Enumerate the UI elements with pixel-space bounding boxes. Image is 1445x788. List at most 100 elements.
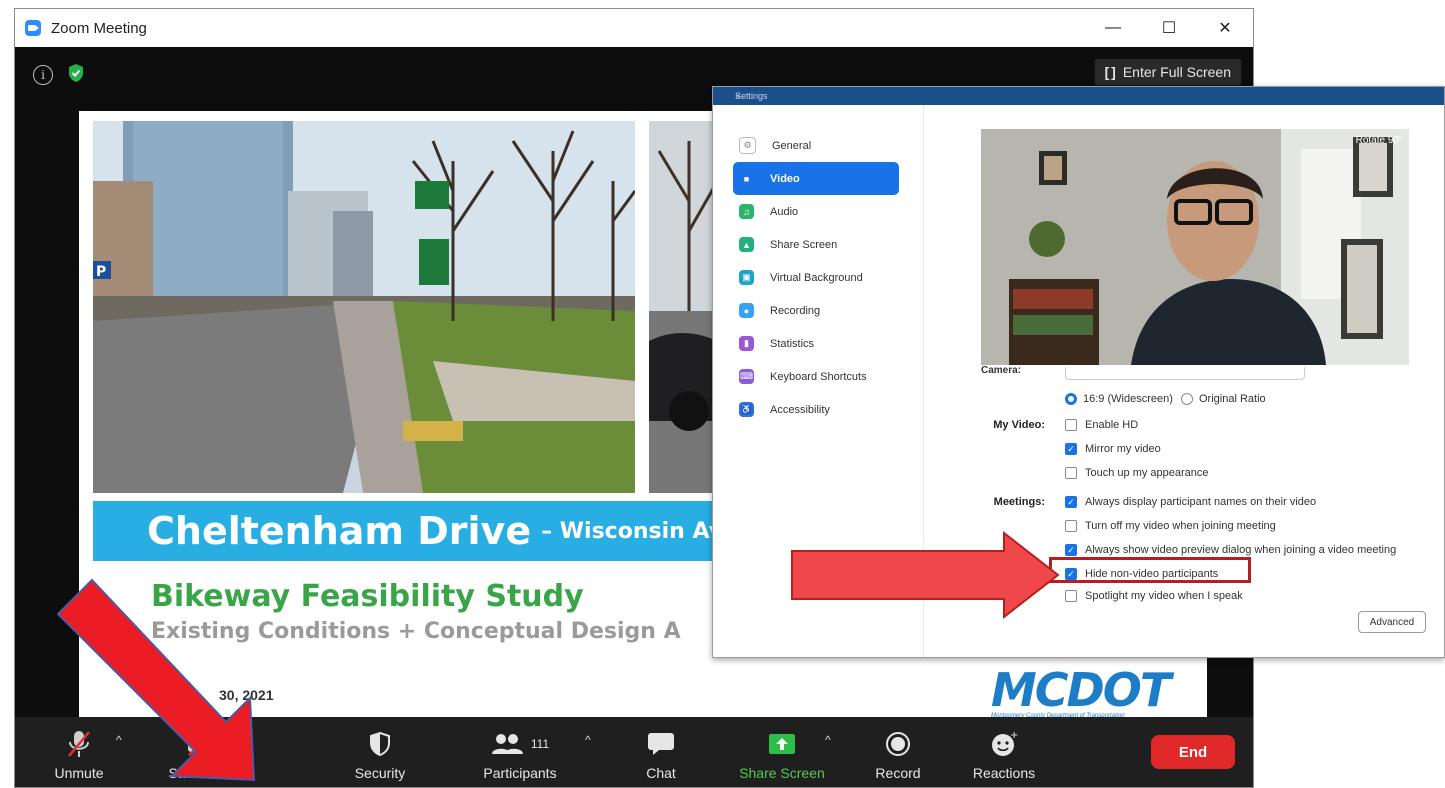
settings-nav-keyboard-shortcuts[interactable]: ⌨ Keyboard Shortcuts	[733, 360, 903, 393]
recording-icon: ●	[739, 303, 754, 318]
settings-nav-label: Keyboard Shortcuts	[770, 370, 867, 383]
statistics-icon: ▮	[739, 336, 754, 351]
camera-label: Camera:	[981, 365, 1022, 376]
checkbox-checked-icon: ✓	[1065, 496, 1077, 508]
reactions-label: Reactions	[972, 765, 1036, 781]
settings-nav-label: Video	[770, 172, 800, 185]
settings-nav-label: Accessibility	[770, 403, 830, 416]
reactions-button[interactable]: + Reactions	[967, 717, 1041, 787]
settings-nav-recording[interactable]: ● Recording	[733, 294, 903, 327]
rotate-90-button[interactable]: Rotate 90°	[1356, 135, 1403, 146]
security-label: Security	[354, 765, 406, 781]
settings-nav-general[interactable]: ⚙ General	[733, 129, 903, 162]
settings-nav-label: Recording	[770, 304, 821, 317]
window-controls: — ☐ ✕	[1085, 9, 1253, 47]
checkbox-checked-icon: ✓	[1065, 443, 1077, 455]
settings-nav-accessibility[interactable]: ♿ Accessibility	[733, 393, 903, 426]
ratio-widescreen-radio[interactable]: 16:9 (Widescreen)	[1065, 393, 1173, 405]
display-names-label: Always display participant names on thei…	[1085, 496, 1317, 508]
spotlight-checkbox[interactable]: Spotlight my video when I speak	[1065, 590, 1243, 602]
zoom-app-icon	[25, 20, 41, 36]
participants-options-caret-icon[interactable]: ^	[585, 733, 591, 747]
share-screen-button[interactable]: Share Screen	[731, 717, 833, 787]
end-meeting-button[interactable]: End	[1151, 735, 1235, 769]
slide-date: 30, 2021	[219, 687, 274, 703]
settings-nav: ⚙ General ■ Video ♫ Audio ▲ Share Screen ▣ Virtua…	[733, 129, 903, 426]
mirror-video-checkbox[interactable]: ✓ Mirror my video	[1065, 443, 1161, 455]
touch-up-checkbox[interactable]: Touch up my appearance	[1065, 467, 1209, 479]
share-options-caret-icon[interactable]: ^	[825, 733, 831, 747]
enter-full-screen-label: Enter Full Screen	[1122, 64, 1231, 80]
camera-preview: Rotate 90°	[981, 129, 1409, 365]
radio-selected-icon	[1065, 393, 1077, 405]
participants-button[interactable]: 111 Participants	[473, 717, 567, 787]
svg-text:+: +	[1010, 730, 1018, 741]
settings-divider	[923, 105, 924, 657]
checkbox-checked-icon: ✓	[1065, 544, 1077, 556]
close-button[interactable]: ✕	[1197, 9, 1253, 47]
video-off-icon	[186, 727, 220, 761]
reactions-smiley-icon: +	[990, 727, 1018, 761]
slide-title: Bikeway Feasibility Study	[151, 579, 584, 614]
start-video-button[interactable]: Start Video	[157, 717, 249, 787]
spotlight-label: Spotlight my video when I speak	[1085, 590, 1243, 602]
accessibility-icon: ♿	[739, 402, 754, 417]
virtual-background-icon: ▣	[739, 270, 754, 285]
camera-row: Camera:	[981, 365, 1409, 380]
touch-up-label: Touch up my appearance	[1085, 467, 1209, 479]
slide-photo-street: P	[93, 121, 635, 493]
window-titlebar: Zoom Meeting — ☐ ✕	[15, 9, 1253, 47]
settings-nav-share-screen[interactable]: ▲ Share Screen	[733, 228, 903, 261]
turn-off-video-label: Turn off my video when joining meeting	[1085, 520, 1276, 532]
maximize-button[interactable]: ☐	[1141, 9, 1197, 47]
settings-nav-virtual-background[interactable]: ▣ Virtual Background	[733, 261, 903, 294]
enter-full-screen-button[interactable]: [ ] Enter Full Screen	[1094, 59, 1241, 85]
security-button[interactable]: Security	[345, 717, 415, 787]
checkbox-unchecked-icon	[1065, 419, 1077, 431]
encryption-shield-icon[interactable]	[67, 63, 85, 83]
turn-off-video-checkbox[interactable]: Turn off my video when joining meeting	[1065, 520, 1276, 532]
settings-nav-label: General	[772, 139, 812, 152]
display-names-checkbox[interactable]: ✓ Always display participant names on th…	[1065, 496, 1316, 508]
record-icon	[885, 727, 911, 761]
settings-window: Settings × ⚙ General ■ Video ♫ Audio ▲ Share Sc…	[712, 86, 1445, 658]
audio-options-caret-icon[interactable]: ^	[116, 733, 122, 747]
highlight-box	[1049, 557, 1251, 583]
settings-nav-audio[interactable]: ♫ Audio	[733, 195, 903, 228]
settings-close-icon[interactable]: ×	[735, 91, 1440, 101]
enable-hd-checkbox[interactable]: Enable HD	[1065, 419, 1138, 431]
enable-hd-label: Enable HD	[1085, 419, 1139, 431]
window-title: Zoom Meeting	[51, 19, 147, 37]
record-label: Record	[875, 765, 921, 781]
record-button[interactable]: Record	[871, 717, 925, 787]
participants-label: Participants	[483, 765, 557, 781]
chat-button[interactable]: Chat	[639, 717, 683, 787]
settings-nav-video[interactable]: ■ Video	[733, 162, 899, 195]
settings-nav-label: Statistics	[770, 337, 815, 350]
audio-icon: ♫	[739, 204, 754, 219]
preview-dialog-label: Always show video preview dialog when jo…	[1085, 544, 1397, 556]
unmute-button[interactable]: Unmute	[47, 717, 111, 787]
chat-label: Chat	[646, 765, 676, 781]
microphone-muted-icon	[66, 727, 92, 761]
video-options-caret-icon[interactable]: ^	[247, 733, 253, 747]
settings-nav-statistics[interactable]: ▮ Statistics	[733, 327, 903, 360]
preview-dialog-checkbox[interactable]: ✓ Always show video preview dialog when …	[1065, 544, 1396, 556]
info-icon[interactable]: i	[33, 65, 53, 85]
checkbox-unchecked-icon	[1065, 590, 1077, 602]
camera-select[interactable]	[1065, 367, 1305, 380]
participant-count: 111	[530, 737, 550, 751]
share-screen-icon: ▲	[739, 237, 754, 252]
security-shield-icon	[369, 727, 391, 761]
general-icon: ⚙	[739, 137, 756, 154]
chat-bubble-icon	[647, 727, 675, 761]
advanced-button[interactable]: Advanced	[1358, 611, 1426, 633]
minimize-button[interactable]: —	[1085, 9, 1141, 47]
radio-unselected-icon	[1181, 393, 1193, 405]
mirror-video-label: Mirror my video	[1085, 443, 1161, 455]
meetings-label: Meetings:	[993, 496, 1045, 508]
video-icon: ■	[743, 173, 750, 184]
settings-nav-label: Share Screen	[770, 238, 838, 251]
share-screen-label: Share Screen	[739, 765, 825, 781]
ratio-original-radio[interactable]: Original Ratio	[1181, 393, 1266, 405]
